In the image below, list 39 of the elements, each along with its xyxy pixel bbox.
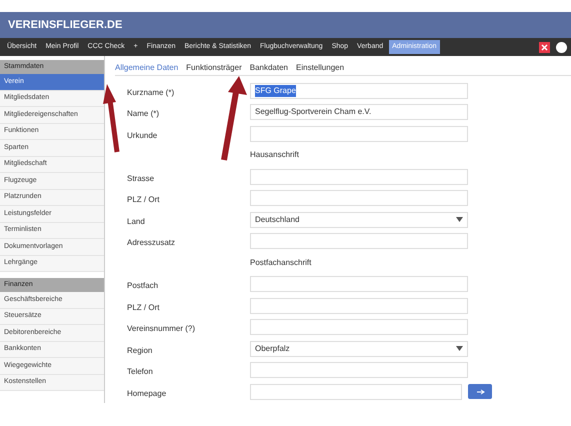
text-field[interactable] bbox=[250, 384, 462, 400]
field-label: Adresszusatz bbox=[127, 238, 176, 248]
field-label: PLZ / Ort bbox=[127, 195, 160, 204]
close-icon[interactable] bbox=[539, 42, 550, 52]
text-field[interactable] bbox=[250, 319, 468, 336]
open-link-button[interactable] bbox=[468, 384, 492, 400]
dropdown[interactable]: Oberpfalz bbox=[250, 340, 468, 357]
section-heading: Postfachanschrift bbox=[250, 256, 312, 269]
site-title: VEREINSFLIEGER.DE bbox=[8, 18, 122, 33]
text-field[interactable] bbox=[250, 362, 468, 378]
field-label: Telefon bbox=[127, 367, 153, 376]
field-label: PLZ / Ort bbox=[127, 302, 160, 312]
annotation-arrow bbox=[103, 84, 120, 152]
field-label: Kurzname (*) bbox=[127, 88, 174, 97]
field-label: Region bbox=[127, 346, 152, 355]
text-field[interactable]: SFG Grape bbox=[250, 82, 468, 99]
tab[interactable]: Funktionsträger bbox=[186, 62, 242, 74]
field-label: Vereinsnummer (?) bbox=[127, 324, 196, 334]
section-heading: Hausanschrift bbox=[250, 149, 299, 162]
field-label: Homepage bbox=[127, 388, 166, 398]
tab[interactable]: Allgemeine Daten bbox=[115, 62, 178, 74]
tab[interactable]: Bankdaten bbox=[250, 62, 288, 74]
field-label: Postfach bbox=[127, 281, 158, 290]
field-label: Strasse bbox=[127, 174, 154, 183]
text-field[interactable] bbox=[250, 190, 468, 206]
text-field[interactable]: Segelflug-Sportverein Cham e.V. bbox=[250, 104, 468, 120]
field-label: Name (*) bbox=[127, 109, 160, 118]
text-field[interactable] bbox=[250, 298, 468, 314]
text-field[interactable] bbox=[250, 233, 468, 250]
field-label: Urkunde bbox=[127, 130, 158, 140]
field-label: Land bbox=[127, 216, 145, 226]
text-field[interactable] bbox=[250, 126, 468, 142]
dropdown[interactable]: Deutschland bbox=[250, 212, 468, 228]
tab[interactable]: Einstellungen bbox=[296, 62, 344, 74]
link-icon bbox=[476, 388, 484, 395]
caret-icon bbox=[456, 217, 463, 222]
text-field[interactable] bbox=[250, 168, 468, 185]
text-field[interactable] bbox=[250, 276, 468, 292]
caret-icon bbox=[456, 346, 463, 352]
